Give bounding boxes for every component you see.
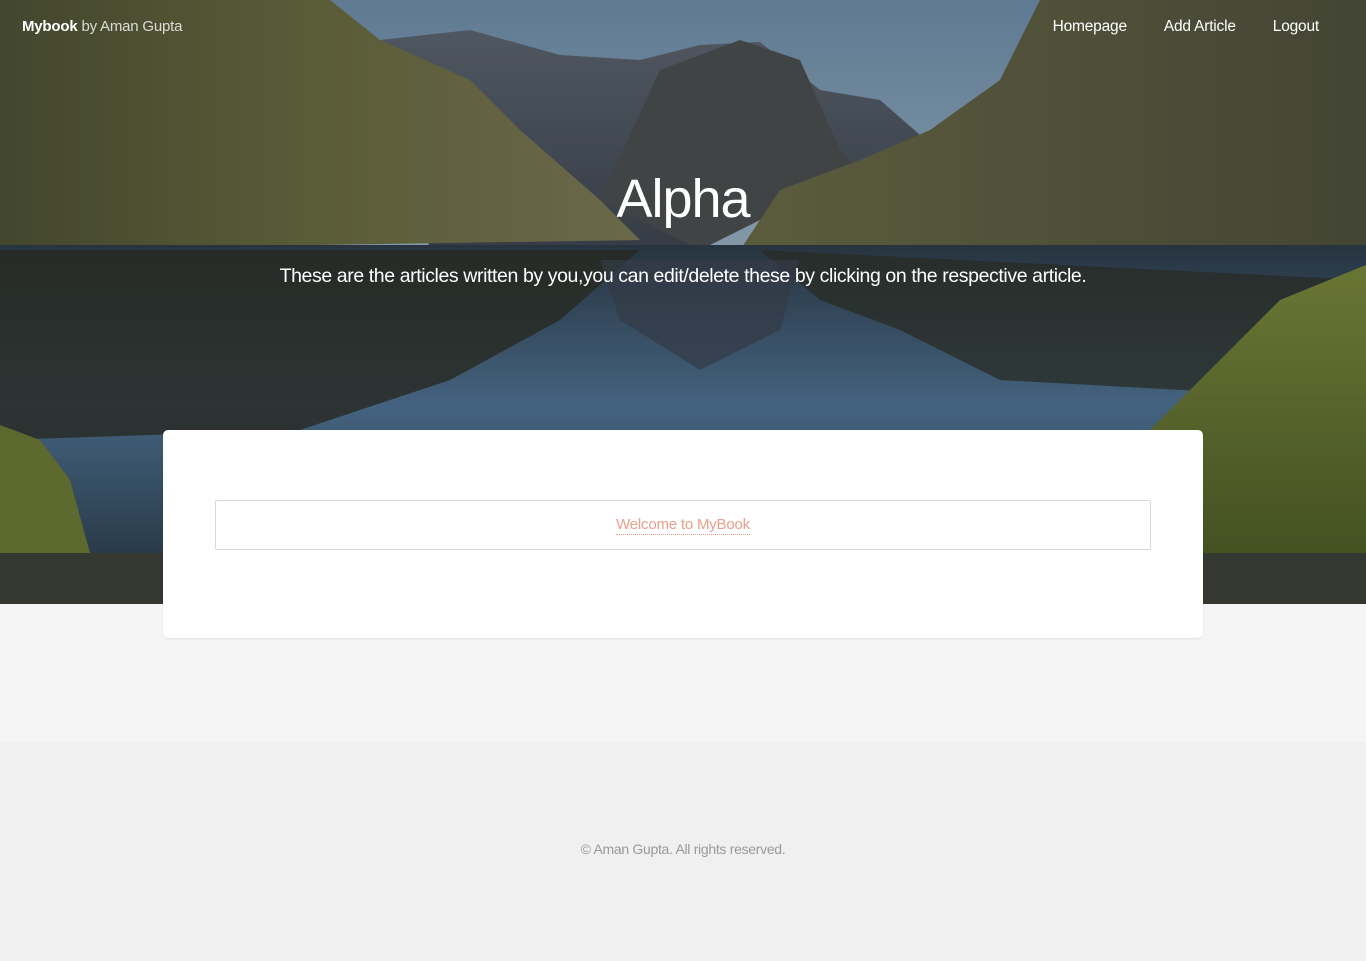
- brand-name[interactable]: Mybook: [22, 18, 78, 35]
- nav-homepage-link[interactable]: Homepage: [1053, 18, 1127, 36]
- article-link[interactable]: Welcome to MyBook: [616, 516, 750, 535]
- page-title: Alpha: [616, 169, 750, 229]
- site-header: Mybook by Aman Gupta Homepage Add Articl…: [0, 0, 1366, 56]
- site-footer: © Aman Gupta. All rights reserved.: [0, 742, 1366, 961]
- brand-logo[interactable]: Mybook by Aman Gupta: [22, 18, 182, 35]
- nav-logout-link[interactable]: Logout: [1273, 18, 1319, 36]
- articles-card: Welcome to MyBook: [163, 430, 1203, 638]
- copyright-text: © Aman Gupta. All rights reserved.: [580, 841, 786, 857]
- nav-add-article-link[interactable]: Add Article: [1164, 18, 1236, 36]
- article-list-item[interactable]: Welcome to MyBook: [215, 500, 1151, 550]
- page-subtitle: These are the articles written by you,yo…: [279, 265, 1087, 287]
- brand-byline: by Aman Gupta: [81, 18, 183, 35]
- main-nav: Homepage Add Article Logout: [1053, 18, 1320, 36]
